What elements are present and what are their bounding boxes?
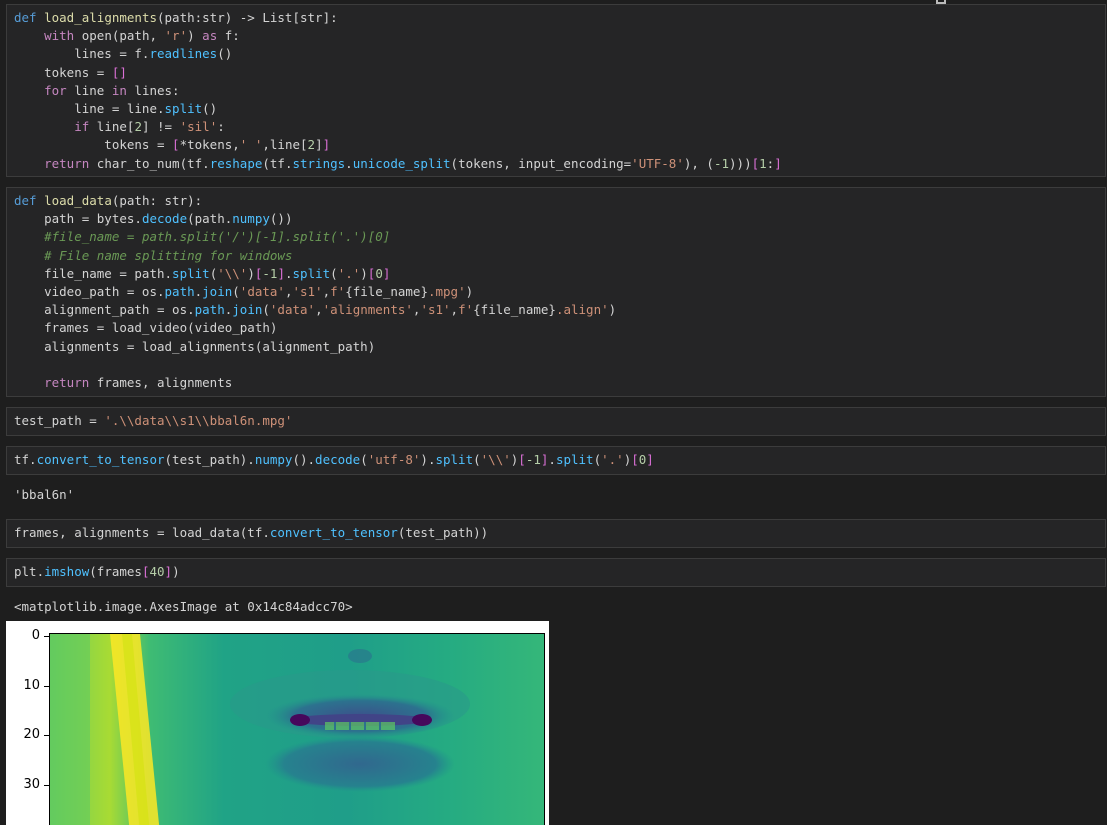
- code-line: test_path = '.\\data\\s1\\bbal6n.mpg': [14, 413, 293, 428]
- code-cell-imshow[interactable]: plt.imshow(frames[40]): [6, 558, 1106, 587]
- code-line: tokens = []: [14, 64, 127, 80]
- y-tick-label: 0: [31, 628, 40, 643]
- y-tick-label: 10: [23, 678, 40, 693]
- code-line: video_path = os.path.join('data','s1',f'…: [14, 283, 474, 299]
- code-line: frames, alignments = load_data(tf.conver…: [14, 525, 489, 540]
- code-line: return frames, alignments: [44, 374, 233, 390]
- code-line: alignment_path = os.path.join('data','al…: [14, 302, 617, 318]
- code-line: frames = load_video(video_path): [14, 320, 278, 336]
- frame-image: [50, 634, 544, 825]
- code-line: file_name = path.split('\\')[-1].split('…: [14, 265, 391, 281]
- code-editor[interactable]: plt.imshow(frames[40]): [7, 559, 1105, 581]
- image-axes: [49, 633, 545, 825]
- code-line: def load_alignments(path:str) -> List[st…: [14, 10, 338, 25]
- code-editor[interactable]: def load_data(path: str): path = bytes.d…: [7, 188, 1105, 392]
- code-cell-load-alignments[interactable]: def load_alignments(path:str) -> List[st…: [6, 4, 1106, 177]
- code-cell-convert[interactable]: tf.convert_to_tensor(test_path).numpy().…: [6, 446, 1106, 475]
- y-tick-label: 20: [23, 727, 40, 742]
- code-editor[interactable]: frames, alignments = load_data(tf.conver…: [7, 520, 1105, 542]
- cell-output-text: 'bbal6n': [14, 487, 75, 502]
- code-line: if line[2] != 'sil':: [74, 119, 225, 135]
- code-line: return char_to_num(tf.reshape(tf.strings…: [44, 155, 782, 171]
- code-line: for line in lines:: [44, 82, 180, 98]
- y-tick-label: 30: [23, 777, 40, 792]
- code-line: tokens = [*tokens,' ',line[2]]: [14, 137, 331, 153]
- code-line: path = bytes.decode(path.numpy()): [14, 211, 293, 227]
- code-editor[interactable]: test_path = '.\\data\\s1\\bbal6n.mpg': [7, 408, 1105, 430]
- code-line: tf.convert_to_tensor(test_path).numpy().…: [14, 452, 654, 467]
- code-line: with open(path, 'r') as f:: [44, 28, 240, 44]
- code-cell-load-data[interactable]: def load_data(path: str): path = bytes.d…: [6, 187, 1106, 397]
- code-line: #file_name = path.split('/')[-1].split('…: [44, 229, 391, 245]
- code-line: def load_data(path: str):: [14, 193, 203, 208]
- code-line: plt.imshow(frames[40]): [14, 564, 180, 579]
- code-line: alignments = load_alignments(alignment_p…: [14, 338, 376, 354]
- code-editor[interactable]: def load_alignments(path:str) -> List[st…: [7, 5, 1105, 173]
- code-line: lines = f.readlines(): [14, 46, 233, 62]
- code-line: line = line.split(): [14, 100, 218, 116]
- code-cell-test-path[interactable]: test_path = '.\\data\\s1\\bbal6n.mpg': [6, 407, 1106, 436]
- code-line: # File name splitting for windows: [44, 247, 293, 263]
- code-editor[interactable]: tf.convert_to_tensor(test_path).numpy().…: [7, 447, 1105, 469]
- matplotlib-figure: 0 10 20 30: [6, 621, 549, 825]
- code-cell-load-call[interactable]: frames, alignments = load_data(tf.conver…: [6, 519, 1106, 548]
- cell-output-text: <matplotlib.image.AxesImage at 0x14c84ad…: [14, 599, 353, 614]
